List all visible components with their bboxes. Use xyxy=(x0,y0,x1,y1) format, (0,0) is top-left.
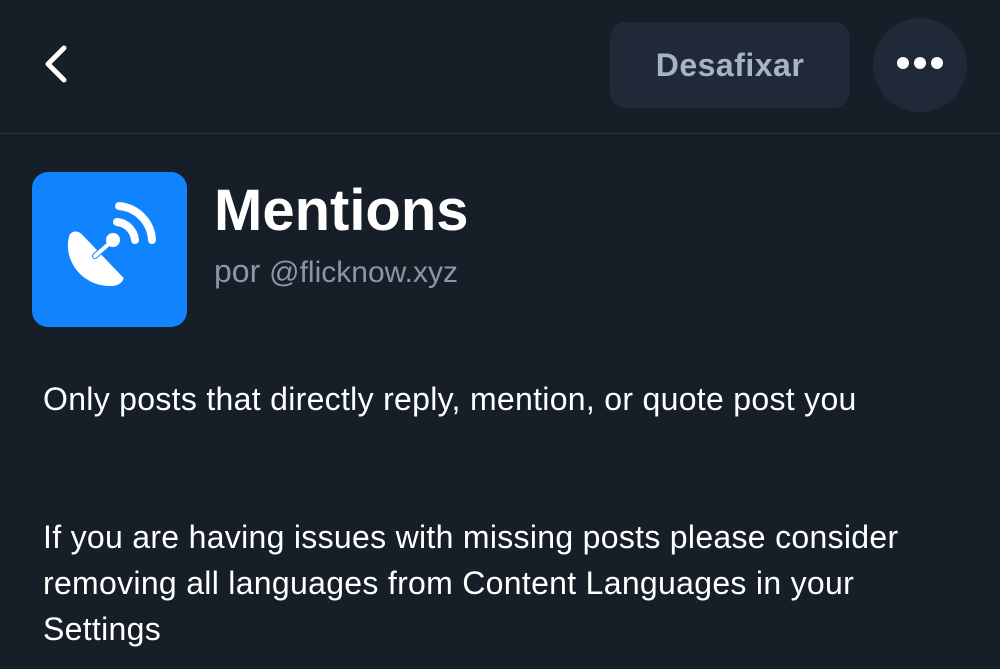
feed-avatar xyxy=(32,172,187,327)
feed-description-line-2: If you are having issues with missing po… xyxy=(43,519,899,647)
chevron-left-icon xyxy=(40,42,70,91)
byline-prefix: por xyxy=(214,253,261,289)
creator-handle-link[interactable]: @flicknow.xyz xyxy=(269,256,458,289)
unpin-button-label: Desafixar xyxy=(655,46,805,83)
feed-title: Mentions xyxy=(214,178,469,243)
satellite-dish-icon xyxy=(55,192,165,307)
unpin-button[interactable]: Desafixar xyxy=(610,22,850,108)
feed-description-line-1: Only posts that directly reply, mention,… xyxy=(43,381,857,417)
more-options-button[interactable] xyxy=(873,18,967,112)
feed-byline: por @flicknow.xyz xyxy=(214,250,458,294)
top-bar: Desafixar xyxy=(0,0,1000,134)
ellipsis-horizontal-icon xyxy=(896,56,944,75)
back-button[interactable] xyxy=(30,38,80,94)
